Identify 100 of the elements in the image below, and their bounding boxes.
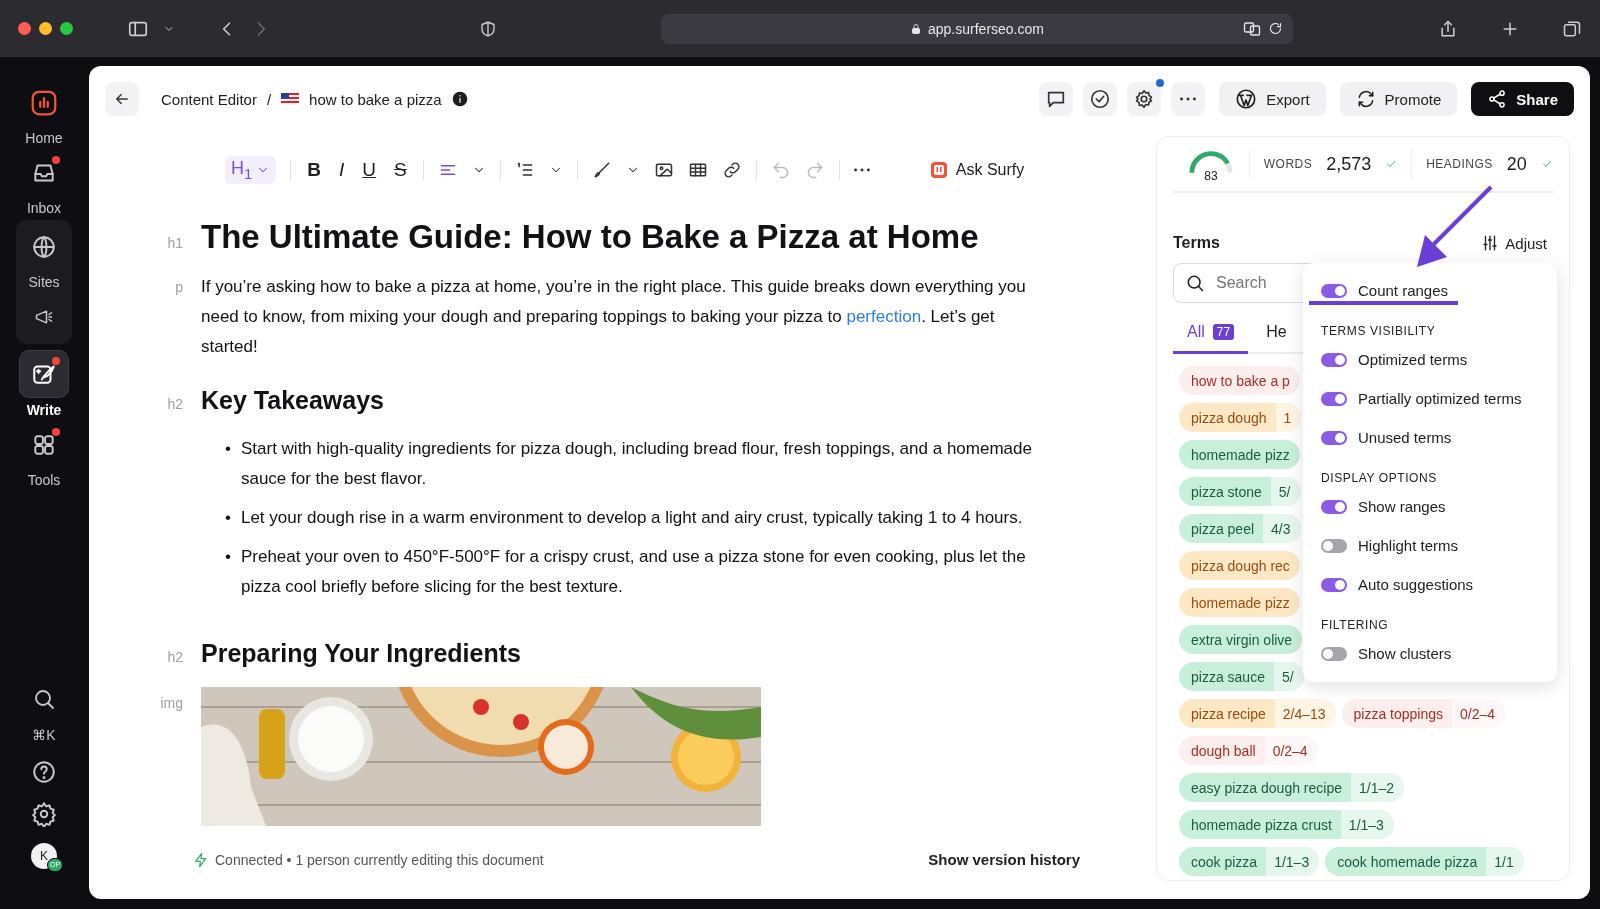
- term-chip[interactable]: dough ball 0/2–4: [1179, 736, 1318, 765]
- nav-label[interactable]: Sites: [28, 274, 60, 290]
- grid-icon[interactable]: [31, 432, 57, 458]
- term-label: dough ball: [1190, 741, 1257, 761]
- italic-button[interactable]: I: [337, 159, 347, 181]
- back-button[interactable]: [105, 82, 139, 116]
- bullet-item: Start with high-quality ingredients for pizza dough, including bread flour, fresh toppings, and a homemade sauce for the best flavor.: [240, 438, 1033, 490]
- term-count: 1/1: [1486, 847, 1524, 876]
- version-history-button[interactable]: Show version history: [922, 850, 1086, 869]
- toggle-switch[interactable]: [1321, 430, 1347, 445]
- term-label: pizza toppings: [1352, 704, 1445, 724]
- megaphone-icon[interactable]: [34, 307, 54, 327]
- text-link[interactable]: perfection: [846, 307, 922, 326]
- term-chip[interactable]: pizza recipe 2/4–13: [1179, 699, 1336, 728]
- promote-button[interactable]: Promote: [1339, 82, 1458, 116]
- section-heading: Key Takeaways: [201, 385, 385, 416]
- help-icon[interactable]: [31, 759, 57, 785]
- bold-button[interactable]: B: [305, 159, 324, 181]
- term-chip[interactable]: homemade pizz: [1179, 588, 1300, 617]
- search-icon[interactable]: [32, 687, 56, 711]
- toggle-label: Unused terms: [1358, 429, 1452, 446]
- adjust-button[interactable]: Adjust: [1475, 233, 1553, 253]
- surfy-logo-icon: [929, 161, 948, 179]
- toggle-label: Optimized terms: [1358, 351, 1468, 368]
- comment-button[interactable]: [1039, 82, 1074, 116]
- filter-tab[interactable]: He: [1252, 317, 1301, 354]
- stat-label: HEADINGS: [1426, 157, 1493, 171]
- term-chip[interactable]: pizza dough rec: [1179, 551, 1300, 580]
- check-button[interactable]: [1083, 82, 1118, 116]
- nav-label[interactable]: Tools: [27, 472, 61, 488]
- term-label: pizza recipe: [1190, 704, 1267, 724]
- toggle-label: Count ranges: [1358, 282, 1449, 299]
- term-chip[interactable]: cook pizza 1/1–3: [1179, 847, 1320, 876]
- flag-icon: [281, 93, 300, 105]
- share-nodes-icon: [1487, 89, 1508, 109]
- breadcrumb-link[interactable]: Content Editor: [161, 90, 257, 108]
- address-bar[interactable]: app.surferseo.com: [661, 13, 1293, 44]
- nav-label[interactable]: Inbox: [26, 200, 62, 216]
- panel-title: Terms: [1173, 234, 1220, 252]
- toggle-switch[interactable]: [1321, 391, 1347, 406]
- shield-icon[interactable]: [479, 19, 497, 38]
- table-icon[interactable]: [687, 160, 708, 180]
- term-chip[interactable]: pizza dough 1: [1179, 403, 1302, 432]
- share-icon[interactable]: [1438, 18, 1458, 39]
- term-chip[interactable]: pizza toppings 0/2–4: [1341, 699, 1506, 728]
- minimize-window-button[interactable]: [39, 22, 52, 35]
- image-icon[interactable]: [653, 160, 674, 180]
- toggle-switch[interactable]: [1321, 577, 1347, 592]
- term-chip[interactable]: cook homemade pizza 1/1: [1325, 847, 1524, 876]
- link-icon[interactable]: [721, 160, 742, 180]
- term-chip[interactable]: easy pizza dough recipe 1/1–2: [1179, 773, 1405, 802]
- term-chip[interactable]: pizza stone 5/: [1179, 477, 1301, 506]
- wordpress-icon: [1235, 88, 1258, 110]
- underline-button[interactable]: U: [360, 159, 379, 181]
- bullet-item: Let your dough rise in a warm environment to develop a light and airy crust, typically taking 1 to 4 hours.: [240, 507, 1023, 529]
- export-button[interactable]: Export: [1219, 82, 1326, 116]
- toggle-label: Highlight terms: [1358, 537, 1459, 554]
- toggle-switch[interactable]: [1321, 352, 1347, 367]
- share-button[interactable]: Share: [1471, 82, 1574, 116]
- globe-icon[interactable]: [31, 234, 57, 260]
- heading-dropdown[interactable]: H$_{1}$: [225, 156, 277, 184]
- block-type-label: h1: [166, 235, 184, 251]
- term-label: cook pizza: [1190, 852, 1259, 872]
- strikethrough-button[interactable]: S: [392, 159, 409, 181]
- translate-icon[interactable]: [1242, 19, 1262, 38]
- breadcrumb-separator: /: [266, 90, 272, 108]
- lightning-icon: [193, 851, 209, 868]
- term-count: 5/: [1273, 662, 1304, 691]
- term-chip[interactable]: homemade pizza crust 1/1–3: [1179, 810, 1394, 839]
- nav-label[interactable]: Home: [25, 130, 63, 146]
- zoom-window-button[interactable]: [60, 22, 73, 35]
- block-type-label: h2: [166, 649, 184, 665]
- term-chip[interactable]: pizza peel 4/3: [1179, 514, 1301, 543]
- settings-icon[interactable]: [31, 801, 57, 827]
- menu-section-heading: DISPLAY OPTIONS: [1321, 470, 1438, 487]
- block-type-label: img: [159, 694, 184, 711]
- term-chip[interactable]: homemade pizz: [1179, 440, 1300, 469]
- ask-surfy-button[interactable]: Ask Surfy: [923, 160, 1031, 180]
- toggle-switch[interactable]: [1321, 538, 1347, 553]
- more-icon[interactable]: [853, 168, 870, 172]
- term-chip[interactable]: pizza sauce 5/: [1179, 662, 1304, 691]
- check-circle-icon: [1089, 88, 1112, 110]
- settings-button[interactable]: [1127, 82, 1162, 116]
- term-label: pizza dough: [1190, 408, 1268, 428]
- term-label: pizza stone: [1190, 482, 1263, 502]
- term-count: 2/4–13: [1274, 699, 1336, 728]
- search-icon: [1185, 273, 1205, 293]
- reload-icon[interactable]: [1268, 21, 1283, 36]
- term-chip[interactable]: how to bake a p: [1179, 366, 1300, 395]
- toggle-switch[interactable]: [1321, 646, 1347, 661]
- info-icon[interactable]: [451, 91, 468, 107]
- paragraph: If you’re asking how to bake a pizza at home, you’re in the right place. This guide breaks down everything you need to know, from mixing your dough and preparing toppings to baking your pizza to perfection. Let’s get started!: [201, 276, 1027, 358]
- close-window-button[interactable]: [18, 22, 31, 35]
- term-chip[interactable]: extra virgin olive: [1179, 625, 1303, 654]
- nav-label[interactable]: Write: [26, 402, 62, 418]
- toggle-switch[interactable]: [1321, 283, 1347, 298]
- block-type-label: h2: [166, 396, 184, 412]
- filter-tab[interactable]: All 77: [1173, 317, 1249, 354]
- home-logo-icon[interactable]: [29, 88, 59, 118]
- toggle-switch[interactable]: [1321, 499, 1347, 514]
